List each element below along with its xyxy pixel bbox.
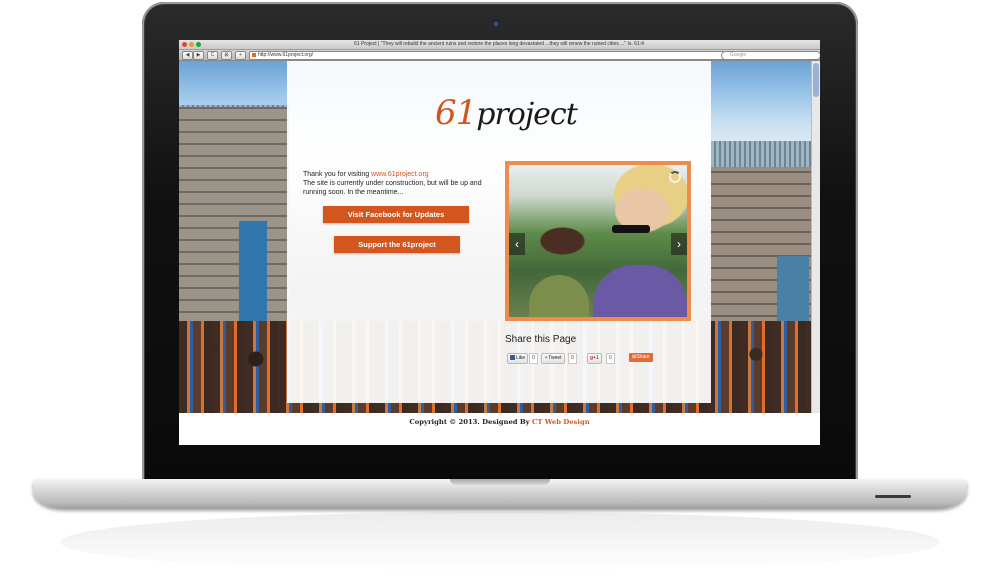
zoom-window-button[interactable] <box>196 42 201 47</box>
address-bar-url: http://www.61project.org/ <box>258 52 314 58</box>
sleep-indicator <box>875 495 911 498</box>
content-panel: 61project Thank you for visiting www.61p… <box>287 61 711 403</box>
photo-woman <box>593 265 687 317</box>
browser-titlebar: 61 Project | "They will rebuild the anci… <box>179 40 820 50</box>
background-roof-right <box>711 141 820 167</box>
favicon-icon <box>252 53 256 57</box>
tweet-button[interactable]: ✦Tweet <box>541 353 565 364</box>
web-page: 61project Thank you for visiting www.61p… <box>179 61 820 445</box>
laptop-screen: 61 Project | "They will rebuild the anci… <box>179 40 820 445</box>
like-label: Like <box>516 355 526 361</box>
browser-toolbar: ◀ ▶ C ⊠ + http://www.61project.org/ Goog… <box>179 50 820 61</box>
add-bookmark-button[interactable]: + <box>235 51 246 60</box>
page-footer: Copyright © 2013. Designed By CT Web Des… <box>179 413 820 445</box>
search-input[interactable]: Google <box>721 51 820 60</box>
photo-slider: ‹ › <box>505 161 691 321</box>
photo-sunglasses <box>612 225 650 233</box>
loading-spinner-icon <box>669 171 681 183</box>
plusone-label: +1 <box>593 355 599 361</box>
facebook-like-button[interactable]: Like <box>507 353 529 364</box>
intro-text: Thank you for visiting www.61project.org… <box>303 170 503 197</box>
minimize-window-button[interactable] <box>189 42 194 47</box>
site-link[interactable]: www.61project.org <box>371 171 429 178</box>
slider-prev-button[interactable]: ‹ <box>509 233 525 255</box>
intro-thanks: Thank you for visiting <box>303 171 372 178</box>
window-title: 61 Project | "They will rebuild the anci… <box>354 41 644 47</box>
share-button[interactable]: ⊞Share <box>629 353 653 362</box>
facebook-updates-button[interactable]: Visit Facebook for Updates <box>323 206 469 223</box>
share-label: Share <box>636 354 650 360</box>
forward-button[interactable]: ▶ <box>193 51 204 60</box>
slider-photo: ‹ › <box>509 165 687 317</box>
slider-next-button[interactable]: › <box>671 233 687 255</box>
search-placeholder: Google <box>730 52 747 58</box>
reload-button[interactable]: C <box>207 51 218 60</box>
show-all-tabs-button[interactable]: ⊠ <box>221 51 232 60</box>
photo-child <box>529 275 589 317</box>
like-count: 0 <box>529 353 538 364</box>
tweet-count: 0 <box>568 353 577 364</box>
close-window-button[interactable] <box>182 42 187 47</box>
address-bar[interactable]: http://www.61project.org/ <box>249 51 725 60</box>
page-scrollbar[interactable] <box>811 61 820 413</box>
camera-icon <box>490 18 502 30</box>
logo-number: 61 <box>435 93 477 133</box>
copyright-text: Copyright © 2013. Designed By <box>409 418 532 426</box>
facebook-icon <box>510 355 515 361</box>
designer-link[interactable]: CT Web Design <box>532 418 590 426</box>
plusone-count: 0 <box>606 353 615 364</box>
scrollbar-thumb[interactable] <box>813 63 819 97</box>
intro-body: The site is currently under construction… <box>303 180 482 196</box>
back-button[interactable]: ◀ <box>182 51 193 60</box>
logo-word: project <box>476 97 578 132</box>
laptop-base <box>33 479 967 509</box>
share-title: Share this Page <box>505 334 577 345</box>
site-logo[interactable]: 61project <box>435 93 578 145</box>
laptop-reflection <box>60 512 940 572</box>
tweet-label: Tweet <box>548 355 562 361</box>
google-plusone-button[interactable]: g+1 <box>587 353 602 364</box>
laptop-notch <box>450 479 550 485</box>
support-button[interactable]: Support the 61project <box>334 236 460 253</box>
laptop-lid: 61 Project | "They will rebuild the anci… <box>142 2 858 488</box>
